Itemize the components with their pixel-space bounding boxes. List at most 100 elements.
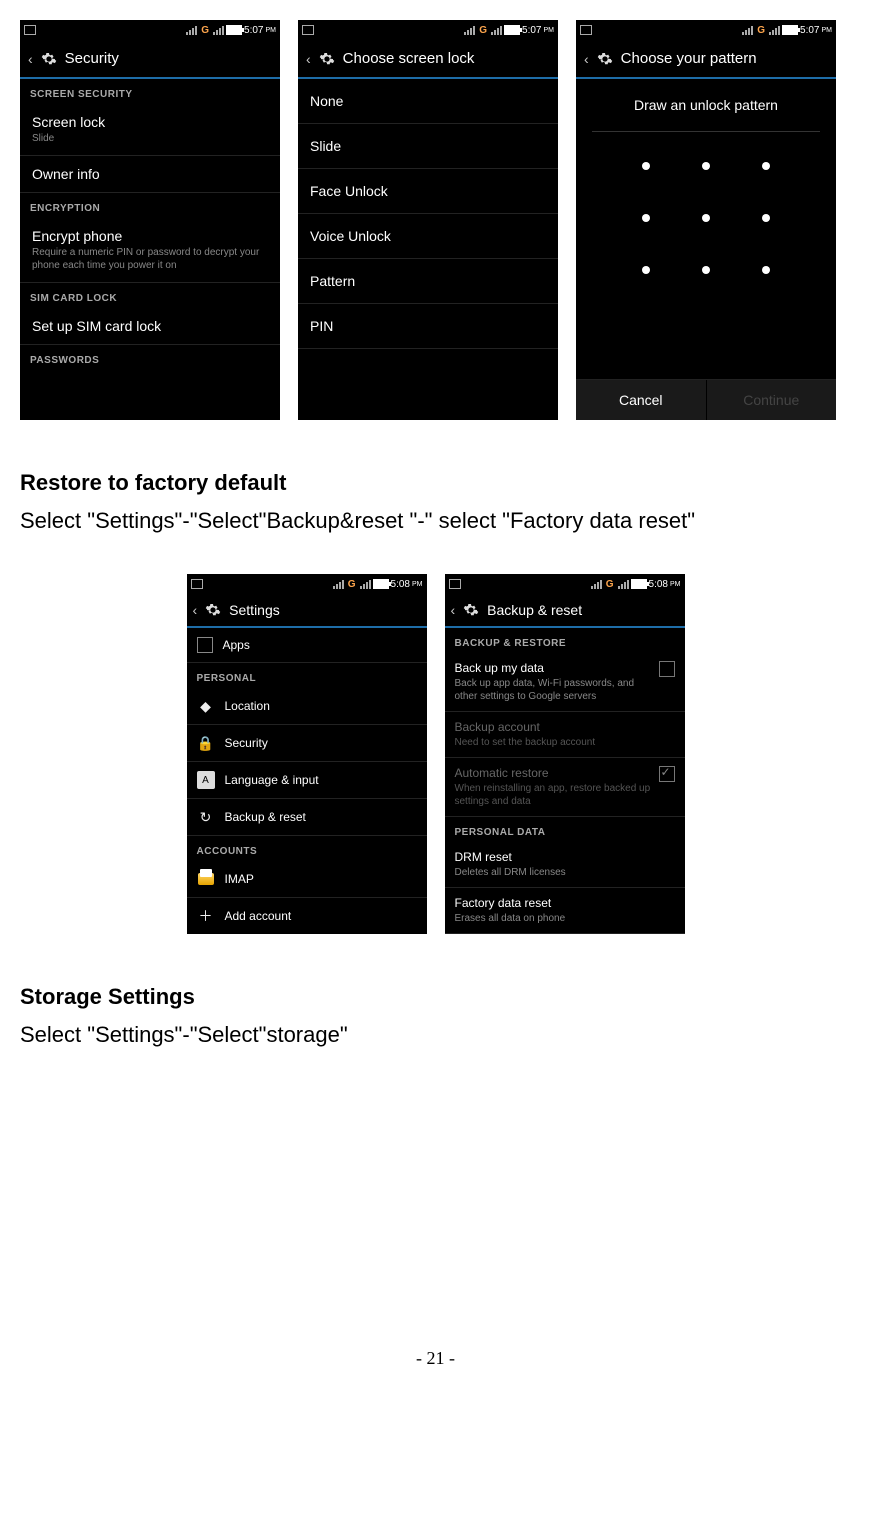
- screen-header: ‹ Backup & reset: [445, 594, 685, 628]
- lock-option-none[interactable]: None: [298, 79, 558, 124]
- restore-icon: ↻: [197, 808, 215, 826]
- item-screen-lock[interactable]: Screen lock Slide: [20, 104, 280, 156]
- item-backup-reset[interactable]: ↻ Backup & reset: [187, 799, 427, 836]
- language-icon: A: [197, 771, 215, 789]
- pattern-dot[interactable]: [642, 266, 650, 274]
- section-label: SIM CARD LOCK: [20, 283, 280, 308]
- clock: 5:07: [800, 25, 819, 36]
- section-label: SCREEN SECURITY: [20, 79, 280, 104]
- gear-icon: [205, 602, 221, 618]
- status-notif-icon: [449, 579, 461, 589]
- network-label: G: [757, 25, 765, 36]
- pattern-dot[interactable]: [642, 214, 650, 222]
- gear-icon: [597, 51, 613, 67]
- screenshot-row-1: G 5:07 PM ‹ Security SCREEN SECURITY Scr…: [20, 20, 851, 420]
- pattern-grid[interactable]: [642, 162, 770, 274]
- status-bar: G 5:07 PM: [298, 20, 558, 40]
- status-bar: G 5:07 PM: [576, 20, 836, 40]
- signal-icon: [491, 26, 502, 35]
- back-icon[interactable]: ‹: [193, 602, 198, 618]
- signal-icon: [333, 580, 344, 589]
- gear-icon: [41, 51, 57, 67]
- network-label: G: [201, 25, 209, 36]
- item-encrypt-phone[interactable]: Encrypt phone Require a numeric PIN or p…: [20, 218, 280, 283]
- lock-option-pattern[interactable]: Pattern: [298, 259, 558, 304]
- battery-icon: [504, 25, 520, 35]
- clock-pm: PM: [670, 581, 681, 588]
- back-icon[interactable]: ‹: [584, 51, 589, 67]
- screen-header: ‹ Choose your pattern: [576, 40, 836, 79]
- apps-icon: [197, 637, 213, 653]
- pattern-dot[interactable]: [762, 214, 770, 222]
- item-location[interactable]: ◆ Location: [187, 688, 427, 725]
- screen-title: Choose your pattern: [621, 50, 757, 67]
- item-owner-info[interactable]: Owner info: [20, 156, 280, 193]
- pattern-dot[interactable]: [702, 162, 710, 170]
- checkbox-icon[interactable]: [659, 661, 675, 677]
- network-label: G: [606, 579, 614, 590]
- continue-button: Continue: [706, 380, 837, 420]
- screen-header: ‹ Security: [20, 40, 280, 79]
- pattern-prompt: Draw an unlock pattern: [592, 97, 821, 132]
- clock: 5:07: [244, 25, 263, 36]
- clock-pm: PM: [266, 27, 277, 34]
- phone-choose-lock: G 5:07 PM ‹ Choose screen lock None Slid…: [298, 20, 558, 420]
- pattern-dot[interactable]: [642, 162, 650, 170]
- gear-icon: [463, 602, 479, 618]
- phone-security: G 5:07 PM ‹ Security SCREEN SECURITY Scr…: [20, 20, 280, 420]
- lock-icon: 🔒: [197, 734, 215, 752]
- status-notif-icon: [580, 25, 592, 35]
- signal-icon: [618, 580, 629, 589]
- status-notif-icon: [24, 25, 36, 35]
- section-label: PASSWORDS: [20, 345, 280, 370]
- location-icon: ◆: [197, 697, 215, 715]
- lock-option-slide[interactable]: Slide: [298, 124, 558, 169]
- screen-title: Settings: [229, 602, 280, 618]
- battery-icon: [782, 25, 798, 35]
- network-label: G: [348, 579, 356, 590]
- clock-pm: PM: [822, 27, 833, 34]
- paragraph-restore: Select "Settings"-"Select"Backup&reset "…: [20, 508, 851, 534]
- item-apps[interactable]: Apps: [187, 628, 427, 663]
- signal-icon: [464, 26, 475, 35]
- status-bar: G 5:08 PM: [445, 574, 685, 594]
- section-label: PERSONAL: [187, 663, 427, 688]
- item-backup-account: Backup account Need to set the backup ac…: [445, 712, 685, 758]
- pattern-dot[interactable]: [762, 162, 770, 170]
- pattern-dot[interactable]: [702, 214, 710, 222]
- lock-option-voice[interactable]: Voice Unlock: [298, 214, 558, 259]
- item-imap[interactable]: IMAP: [187, 861, 427, 898]
- back-icon[interactable]: ‹: [451, 602, 456, 618]
- back-icon[interactable]: ‹: [306, 51, 311, 67]
- clock-pm: PM: [544, 27, 555, 34]
- checkbox-icon: [659, 766, 675, 782]
- lock-option-pin[interactable]: PIN: [298, 304, 558, 349]
- item-auto-restore: Automatic restore When reinstalling an a…: [445, 758, 685, 817]
- item-factory-reset[interactable]: Factory data reset Erases all data on ph…: [445, 888, 685, 934]
- clock: 5:08: [391, 579, 410, 590]
- item-add-account[interactable]: ＋ Add account: [187, 898, 427, 934]
- cancel-button[interactable]: Cancel: [576, 380, 706, 420]
- lock-option-face[interactable]: Face Unlock: [298, 169, 558, 214]
- heading-restore: Restore to factory default: [20, 470, 851, 496]
- item-backup-my-data[interactable]: Back up my data Back up app data, Wi-Fi …: [445, 653, 685, 712]
- pattern-dot[interactable]: [702, 266, 710, 274]
- status-notif-icon: [302, 25, 314, 35]
- plus-icon: ＋: [197, 907, 215, 925]
- item-drm-reset[interactable]: DRM reset Deletes all DRM licenses: [445, 842, 685, 888]
- section-label: ACCOUNTS: [187, 836, 427, 861]
- status-notif-icon: [191, 579, 203, 589]
- screen-title: Security: [65, 50, 119, 67]
- item-language[interactable]: A Language & input: [187, 762, 427, 799]
- item-security[interactable]: 🔒 Security: [187, 725, 427, 762]
- mail-icon: [197, 870, 215, 888]
- pattern-dot[interactable]: [762, 266, 770, 274]
- status-bar: G 5:07 PM: [20, 20, 280, 40]
- screen-title: Backup & reset: [487, 602, 582, 618]
- paragraph-storage: Select "Settings"-"Select"storage": [20, 1022, 851, 1048]
- gear-icon: [319, 51, 335, 67]
- item-sim-lock[interactable]: Set up SIM card lock: [20, 308, 280, 345]
- pattern-buttons: Cancel Continue: [576, 379, 836, 420]
- back-icon[interactable]: ‹: [28, 51, 33, 67]
- signal-icon: [360, 580, 371, 589]
